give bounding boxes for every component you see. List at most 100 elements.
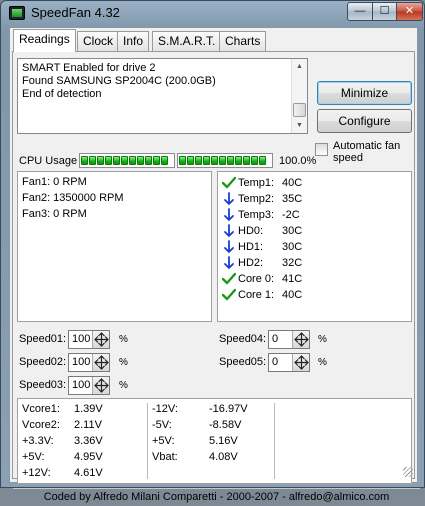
- cpu-usage-segment: [129, 156, 136, 165]
- credits-footer: Coded by Alfredo Milani Comparetti - 200…: [13, 488, 420, 506]
- tab-readings[interactable]: Readings: [13, 29, 76, 52]
- speed01-stepper[interactable]: 100: [68, 330, 110, 349]
- tab-clock[interactable]: Clock: [77, 31, 120, 51]
- speed03-stepper[interactable]: 100: [68, 376, 110, 395]
- spin-arrows-icon[interactable]: [92, 377, 109, 394]
- cpu-usage-segment: [243, 156, 250, 165]
- cpu-usage-segment: [153, 156, 160, 165]
- cpu-usage-segment: [97, 156, 104, 165]
- maximize-icon: ☐: [379, 5, 390, 17]
- speed04-label: Speed04:: [219, 333, 267, 345]
- temperature-name: Temp2:: [238, 193, 275, 205]
- speed05-label: Speed05:: [219, 356, 267, 368]
- fan-reading: Fan2: 1350000 RPM: [22, 192, 124, 204]
- speed02-label: Speed02:: [19, 356, 67, 368]
- automatic-fan-speed-checkbox[interactable]: [315, 143, 328, 156]
- speed02-stepper[interactable]: 100: [68, 353, 110, 372]
- title-bar[interactable]: SpeedFan 4.32 — ☐ ✕: [1, 1, 424, 25]
- minimize-button[interactable]: Minimize: [317, 81, 412, 105]
- speed04-unit: %: [318, 334, 327, 345]
- temperature-name: HD2:: [238, 257, 264, 269]
- temperature-value: 40C: [282, 177, 303, 189]
- arrow-down-icon: [222, 224, 236, 238]
- temperature-name: Core 1:: [238, 289, 275, 301]
- voltages-panel: Vcore1: 1.39V Vcore2: 2.11V +3.3V: 3.36V +5V: 4…: [17, 398, 412, 484]
- speed05-stepper[interactable]: 0: [268, 353, 310, 372]
- speed05-value: 0: [272, 356, 279, 368]
- cpu-usage-segment: [113, 156, 120, 165]
- cpu-usage-segment: [235, 156, 242, 165]
- cpu-usage-bar-1: [79, 153, 175, 168]
- log-scrollbar[interactable]: ▲ ▼: [291, 59, 307, 133]
- cpu-usage-segment: [89, 156, 96, 165]
- spin-arrows-icon[interactable]: [292, 331, 309, 348]
- fan-reading: Fan1: 0 RPM: [22, 176, 87, 188]
- spin-arrows-icon[interactable]: [292, 354, 309, 371]
- voltage-value: 1.39V: [74, 403, 103, 415]
- voltage-divider: [274, 403, 275, 479]
- detection-log[interactable]: SMART Enabled for drive 2 Found SAMSUNG …: [17, 58, 308, 134]
- cpu-usage-segment: [203, 156, 210, 165]
- speed05-unit: %: [318, 357, 327, 368]
- configure-button[interactable]: Configure: [317, 109, 412, 133]
- window-close-button[interactable]: ✕: [396, 2, 423, 21]
- cpu-usage-segment: [211, 156, 218, 165]
- tab-smart[interactable]: S.M.A.R.T.: [152, 31, 222, 51]
- voltage-name: +12V:: [22, 467, 51, 479]
- speedfan-window: SpeedFan 4.32 — ☐ ✕ Readings Clock Info …: [0, 0, 425, 503]
- voltage-value: 2.11V: [74, 419, 102, 431]
- check-icon: [221, 272, 237, 286]
- cpu-usage-segment: [187, 156, 194, 165]
- tab-info[interactable]: Info: [117, 31, 150, 51]
- cpu-usage-segment: [81, 156, 88, 165]
- arrow-down-icon: [222, 240, 236, 254]
- cpu-usage-segment: [121, 156, 128, 165]
- temperature-value: 41C: [282, 273, 303, 285]
- voltage-name: -5V:: [152, 419, 172, 431]
- voltage-name: +5V:: [22, 451, 45, 463]
- cpu-usage-segment: [105, 156, 112, 165]
- temperatures-panel: Temp1: 40C Temp2: 35C Temp3: -2C HD0: 30C HD1: 30…: [217, 171, 412, 322]
- cpu-usage-segment: [259, 156, 266, 165]
- scroll-thumb[interactable]: [293, 103, 306, 117]
- tab-charts[interactable]: Charts: [219, 31, 267, 51]
- voltage-value: -16.97V: [209, 403, 248, 415]
- cpu-usage-bar-2: [177, 153, 273, 168]
- cpu-usage-segment: [179, 156, 186, 165]
- speed02-value: 100: [72, 356, 91, 368]
- scroll-down-icon[interactable]: ▼: [292, 118, 307, 133]
- window-maximize-button[interactable]: ☐: [372, 2, 397, 21]
- fan-reading: Fan3: 0 RPM: [22, 208, 87, 220]
- cpu-usage-segment: [251, 156, 258, 165]
- temperature-value: 40C: [282, 289, 303, 301]
- scroll-up-icon[interactable]: ▲: [292, 59, 307, 74]
- log-line: Found SAMSUNG SP2004C (200.0GB): [22, 75, 216, 87]
- voltage-value: -8.58V: [209, 419, 242, 431]
- client-area: Readings Clock Info S.M.A.R.T. Charts SM…: [9, 27, 420, 503]
- resize-grip-icon[interactable]: [403, 467, 413, 477]
- temperature-name: Core 0:: [238, 273, 275, 285]
- log-line: End of detection: [22, 88, 102, 100]
- window-title: SpeedFan 4.32: [31, 5, 120, 20]
- speed01-label: Speed01:: [19, 333, 67, 345]
- spin-arrows-icon[interactable]: [92, 354, 109, 371]
- speed03-unit: %: [119, 380, 128, 391]
- speed01-unit: %: [119, 334, 128, 345]
- cpu-usage-segment: [137, 156, 144, 165]
- voltage-name: +5V:: [152, 435, 175, 447]
- arrow-down-icon: [222, 192, 236, 206]
- voltage-value: 3.36V: [74, 435, 103, 447]
- spin-arrows-icon[interactable]: [92, 331, 109, 348]
- speed02-unit: %: [119, 357, 128, 368]
- check-icon: [221, 176, 237, 190]
- automatic-fan-speed-label: Automatic fan speed: [333, 140, 401, 164]
- speed04-stepper[interactable]: 0: [268, 330, 310, 349]
- voltage-name: Vbat:: [152, 451, 178, 463]
- window-minimize-button[interactable]: —: [347, 2, 373, 21]
- cpu-usage-segment: [161, 156, 168, 165]
- speed04-value: 0: [272, 333, 279, 345]
- temperature-value: 30C: [282, 241, 303, 253]
- voltage-value: 4.95V: [74, 451, 103, 463]
- voltage-name: Vcore1:: [22, 403, 60, 415]
- readings-panel: SMART Enabled for drive 2 Found SAMSUNG …: [12, 51, 420, 503]
